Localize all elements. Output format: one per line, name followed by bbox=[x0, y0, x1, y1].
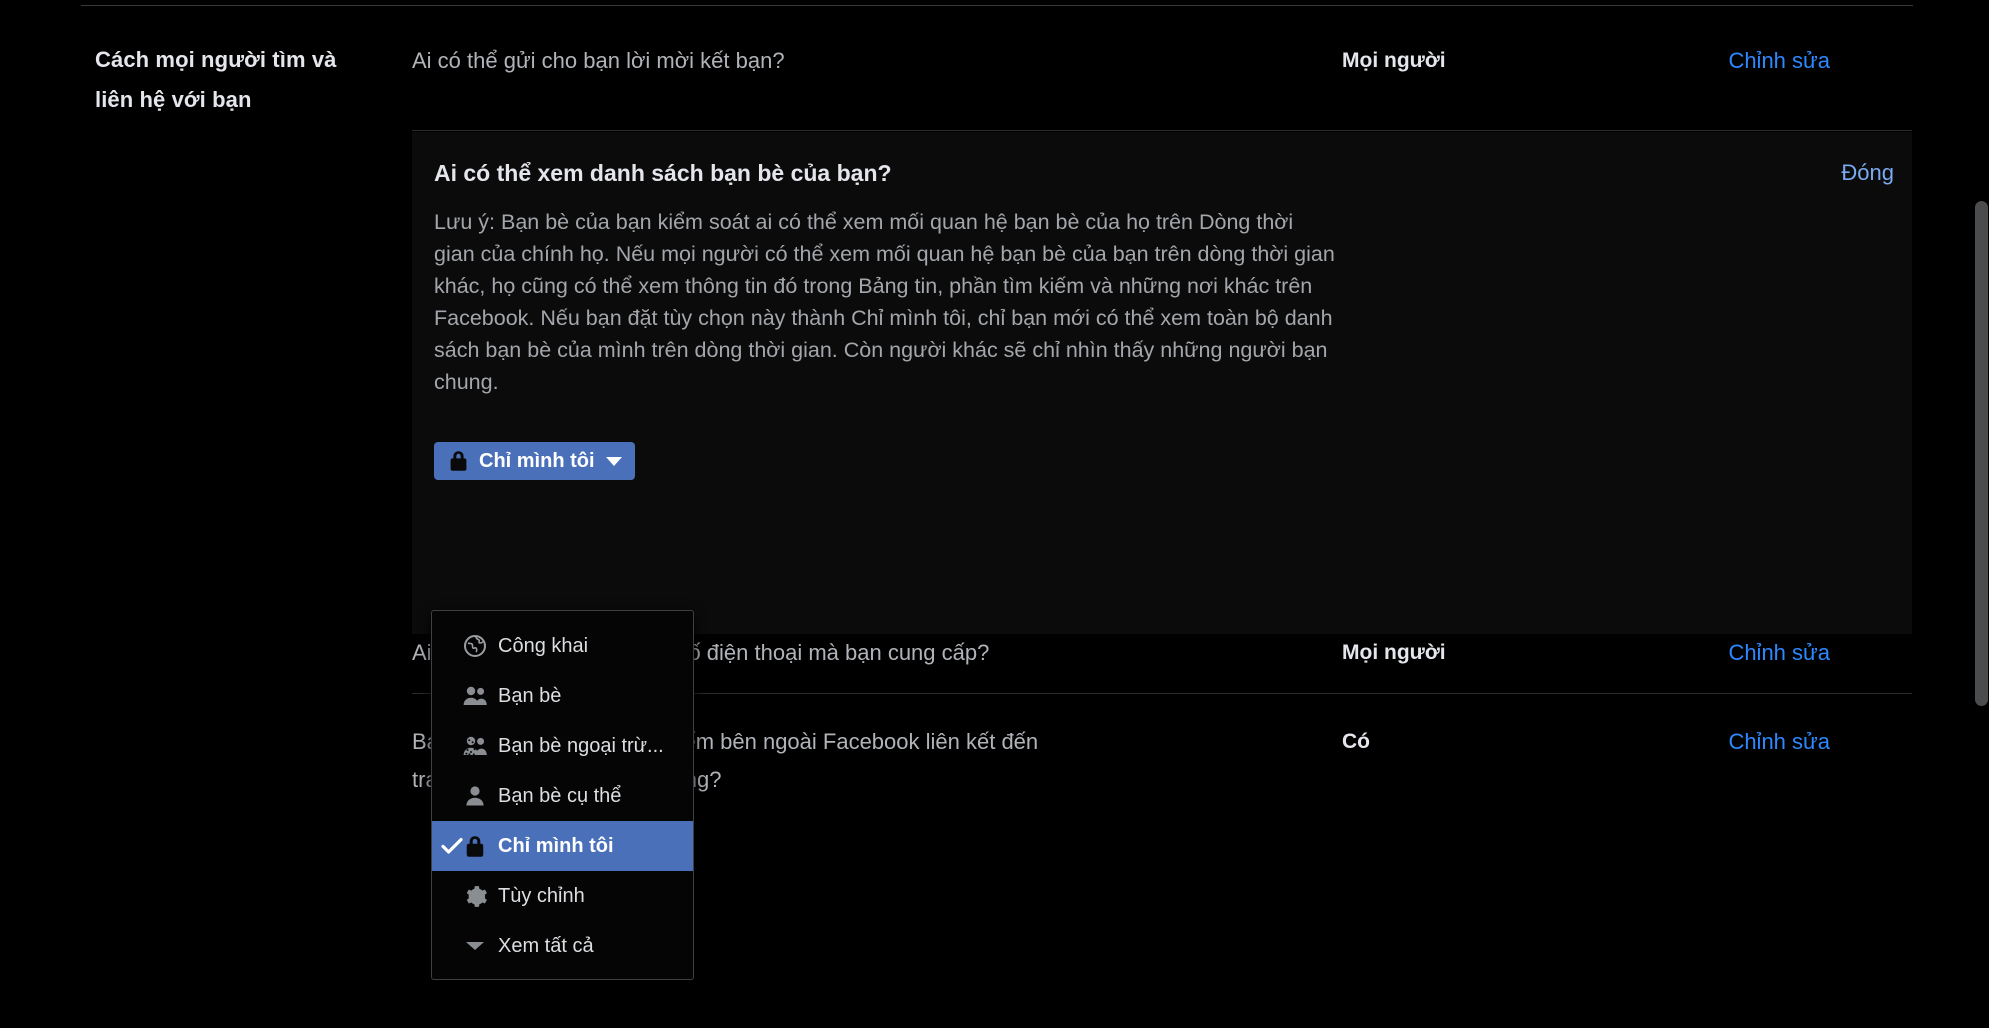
specific-friends-icon bbox=[462, 783, 488, 809]
setting-value: Có bbox=[1342, 730, 1370, 753]
top-divider bbox=[81, 5, 1913, 6]
audience-selector-label: Chỉ mình tôi bbox=[479, 449, 595, 472]
privacy-settings-page: Cách mọi người tìm và liên hệ với bạn Ai… bbox=[0, 0, 1989, 1028]
card-title: Ai có thể xem danh sách bạn bè của bạn? bbox=[434, 160, 892, 186]
edit-link[interactable]: Chỉnh sửa bbox=[1728, 42, 1830, 80]
menu-item-label: Bạn bè cụ thể bbox=[498, 784, 622, 807]
card-top-divider bbox=[412, 130, 1912, 131]
menu-item-only-me[interactable]: Chỉ mình tôi bbox=[432, 821, 693, 871]
menu-item-label: Tùy chỉnh bbox=[498, 884, 585, 907]
menu-item-label: Bạn bè bbox=[498, 684, 562, 707]
card-description: Lưu ý: Bạn bè của bạn kiểm soát ai có th… bbox=[434, 210, 1335, 394]
menu-item-label: Chỉ mình tôi bbox=[498, 834, 614, 857]
menu-item-label: Xem tất cả bbox=[498, 934, 594, 957]
close-link[interactable]: Đóng bbox=[1841, 160, 1894, 186]
menu-item-see-all[interactable]: Xem tất cả bbox=[432, 921, 693, 971]
lock-icon bbox=[462, 833, 488, 859]
menu-item-specific-friends[interactable]: Bạn bè cụ thể bbox=[432, 771, 693, 821]
edit-link[interactable]: Chỉnh sửa bbox=[1728, 634, 1830, 672]
friends-except-icon bbox=[462, 733, 488, 759]
menu-item-public[interactable]: Công khai bbox=[432, 621, 693, 671]
expanded-setting-card: Ai có thể xem danh sách bạn bè của bạn? … bbox=[412, 132, 1912, 634]
audience-dropdown-menu[interactable]: Công khai Bạn bè Bạn bè ngoại trừ... Bạn… bbox=[431, 610, 694, 980]
vertical-scrollbar-thumb[interactable] bbox=[1975, 201, 1988, 706]
setting-value: Mọi người bbox=[1342, 49, 1446, 72]
edit-link[interactable]: Chỉnh sửa bbox=[1728, 723, 1830, 761]
chevron-down-icon bbox=[462, 933, 488, 959]
check-icon bbox=[440, 835, 463, 857]
lock-icon bbox=[449, 450, 468, 472]
page-title: Cách mọi người tìm và liên hệ với bạn bbox=[95, 47, 337, 112]
menu-item-friends[interactable]: Bạn bè bbox=[432, 671, 693, 721]
audience-selector-button[interactable]: Chỉ mình tôi bbox=[434, 442, 635, 480]
setting-question: Ai có thể gửi cho bạn lời mời kết bạn? bbox=[412, 48, 785, 73]
gear-icon bbox=[462, 883, 488, 909]
globe-icon bbox=[462, 633, 488, 659]
menu-item-label: Công khai bbox=[498, 634, 589, 657]
friends-icon bbox=[462, 683, 488, 709]
menu-item-custom[interactable]: Tùy chỉnh bbox=[432, 871, 693, 921]
chevron-down-icon bbox=[605, 456, 622, 466]
menu-item-label: Bạn bè ngoại trừ... bbox=[498, 734, 664, 757]
menu-item-friends-except[interactable]: Bạn bè ngoại trừ... bbox=[432, 721, 693, 771]
vertical-scrollbar-track[interactable] bbox=[1974, 0, 1989, 1028]
setting-value: Mọi người bbox=[1342, 641, 1446, 664]
